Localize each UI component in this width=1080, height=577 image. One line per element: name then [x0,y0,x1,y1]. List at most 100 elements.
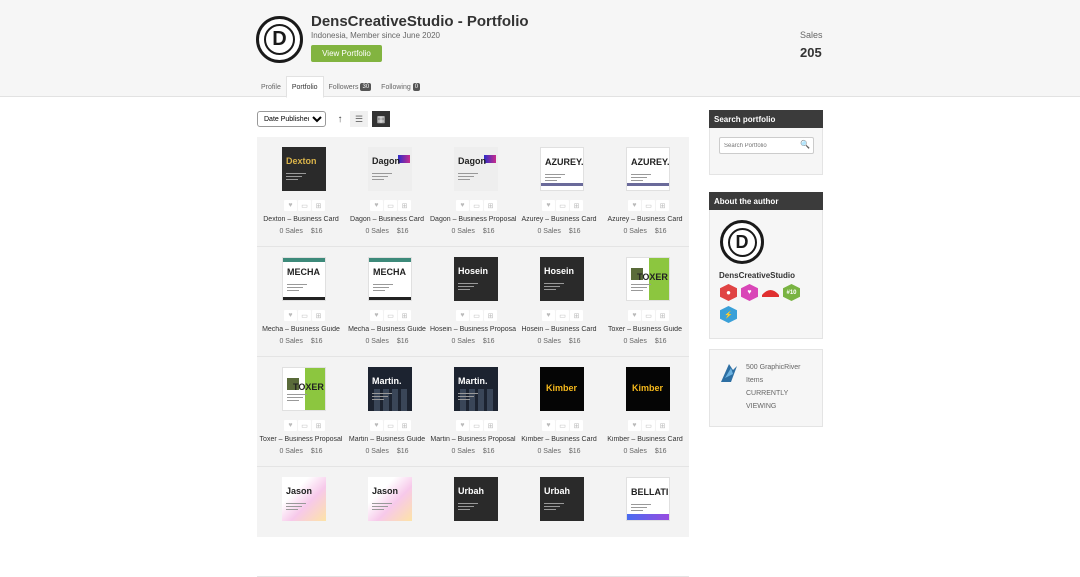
favorite-icon[interactable]: ♥ [370,200,383,211]
favorite-icon[interactable]: ♥ [284,200,297,211]
cart-icon[interactable]: ⊞ [312,420,325,431]
item-name[interactable]: Toxer – Business Guide [602,326,688,333]
cart-icon[interactable]: ⊞ [484,200,497,211]
portfolio-item[interactable]: Martin. ♥ ▭ ⊞ Martin – Business Guide 0 Sales… [344,357,430,467]
favorite-icon[interactable]: ♥ [370,310,383,321]
favorite-icon[interactable]: ♥ [628,420,641,431]
item-thumbnail[interactable]: Kimber [540,367,584,411]
cart-icon[interactable]: ⊞ [484,420,497,431]
item-thumbnail[interactable]: Urbah [454,477,498,521]
favorite-icon[interactable]: ♥ [628,310,641,321]
studio-logo[interactable]: D [256,16,303,63]
item-name[interactable]: Dagon – Business Proposal [430,216,516,223]
search-icon[interactable]: 🔍 [800,140,810,149]
portfolio-item[interactable]: TOXER ♥ ▭ ⊞ Toxer – Business Guide 0 Sales $16 [602,247,688,357]
favorite-icon[interactable]: ♥ [542,200,555,211]
tab-portfolio[interactable]: Portfolio [285,76,324,98]
cart-icon[interactable]: ⊞ [398,420,411,431]
collection-icon[interactable]: ▭ [556,200,569,211]
portfolio-item[interactable]: MECHA ♥ ▭ ⊞ Mecha – Business Guide 0 Sales $16 [258,247,344,357]
favorite-icon[interactable]: ♥ [542,420,555,431]
portfolio-item[interactable]: Urbah [430,467,516,577]
item-thumbnail[interactable]: BELLATI [626,477,670,521]
heart-badge-icon[interactable]: ♥ [741,284,758,301]
favorite-icon[interactable]: ♥ [628,200,641,211]
item-thumbnail[interactable]: Martin. [368,367,412,411]
item-name[interactable]: Dagon – Business Card [344,216,430,223]
item-name[interactable]: Toxer – Business Proposal [258,436,344,443]
item-name[interactable]: Kimber – Business Card [516,436,602,443]
collection-icon[interactable]: ▭ [556,420,569,431]
item-thumbnail[interactable]: Dagon [368,147,412,191]
cart-icon[interactable]: ⊞ [312,310,325,321]
cart-icon[interactable]: ⊞ [570,310,583,321]
collection-icon[interactable]: ▭ [642,420,655,431]
item-thumbnail[interactable]: Jason [282,477,326,521]
collection-icon[interactable]: ▭ [470,310,483,321]
item-name[interactable]: Hosein – Business Proposal [430,326,516,333]
item-thumbnail[interactable]: AZUREY. [626,147,670,191]
portfolio-item[interactable]: Hosein ♥ ▭ ⊞ Hosein – Business Card 0 Sales $1… [516,247,602,357]
favorite-icon[interactable]: ♥ [456,310,469,321]
cart-icon[interactable]: ⊞ [484,310,497,321]
item-thumbnail[interactable]: Dexton [282,147,326,191]
item-name[interactable]: Hosein – Business Card [516,326,602,333]
cap-badge-icon[interactable] [762,284,779,301]
item-thumbnail[interactable]: Hosein [454,257,498,301]
item-thumbnail[interactable]: MECHA [368,257,412,301]
portfolio-item[interactable]: Kimber ♥ ▭ ⊞ Kimber – Business Card 0 Sales $1… [516,357,602,467]
bolt-badge-icon[interactable]: ⚡ [720,306,737,323]
item-name[interactable]: Mecha – Business Guide [344,326,430,333]
favorite-icon[interactable]: ♥ [542,310,555,321]
author-name[interactable]: DensCreativeStudio [719,271,795,280]
sort-direction-icon[interactable]: ↑ [334,112,346,126]
item-name[interactable]: Martin – Business Guide [344,436,430,443]
item-name[interactable]: Dexton – Business Card [258,216,344,223]
portfolio-item[interactable]: Martin. ♥ ▭ ⊞ Martin – Business Proposal 0 Sa… [430,357,516,467]
item-thumbnail[interactable]: AZUREY. [540,147,584,191]
item-name[interactable]: Azurey – Business Card [602,216,688,223]
favorite-icon[interactable]: ♥ [284,310,297,321]
item-thumbnail[interactable]: Hosein [540,257,584,301]
collection-icon[interactable]: ▭ [298,200,311,211]
sort-select[interactable]: Date Published [257,111,326,127]
view-portfolio-button[interactable]: View Portfolio [311,45,382,62]
collection-icon[interactable]: ▭ [556,310,569,321]
cart-icon[interactable]: ⊞ [312,200,325,211]
favorite-icon[interactable]: ♥ [284,420,297,431]
portfolio-item[interactable]: Jason [258,467,344,577]
tab-following[interactable]: Following 0 [376,77,425,97]
portfolio-item[interactable]: AZUREY. ♥ ▭ ⊞ Azurey – Business Card 0 Sales $… [602,137,688,247]
item-name[interactable]: Kimber – Business Card [602,436,688,443]
tab-followers[interactable]: Followers 30 [324,77,377,97]
item-thumbnail[interactable]: TOXER [626,257,670,301]
item-thumbnail[interactable]: Dagon [454,147,498,191]
cart-icon[interactable]: ⊞ [656,420,669,431]
cart-icon[interactable]: ⊞ [570,200,583,211]
favorite-icon[interactable]: ♥ [370,420,383,431]
author-avatar[interactable]: D [720,220,764,264]
cart-icon[interactable]: ⊞ [398,310,411,321]
portfolio-item[interactable]: Dagon ♥ ▭ ⊞ Dagon – Business Card 0 Sales $16 [344,137,430,247]
collection-icon[interactable]: ▭ [642,200,655,211]
cart-icon[interactable]: ⊞ [656,310,669,321]
portfolio-item[interactable]: Jason [344,467,430,577]
portfolio-item[interactable]: MECHA ♥ ▭ ⊞ Mecha – Business Guide 0 Sales $16 [344,247,430,357]
item-thumbnail[interactable]: Kimber [626,367,670,411]
portfolio-item[interactable]: Dexton ♥ ▭ ⊞ Dexton – Business Card 0 Sales $1… [258,137,344,247]
list-view-icon[interactable]: ☰ [350,111,368,127]
portfolio-item[interactable]: AZUREY. ♥ ▭ ⊞ Azurey – Business Card 0 Sales $… [516,137,602,247]
item-thumbnail[interactable]: Martin. [454,367,498,411]
collection-icon[interactable]: ▭ [642,310,655,321]
portfolio-item[interactable]: Dagon ♥ ▭ ⊞ Dagon – Business Proposal 0 Sales… [430,137,516,247]
level-badge-icon[interactable]: #10 [783,284,800,301]
cart-icon[interactable]: ⊞ [656,200,669,211]
collection-icon[interactable]: ▭ [384,200,397,211]
collection-icon[interactable]: ▭ [298,310,311,321]
collection-icon[interactable]: ▭ [384,310,397,321]
favorite-icon[interactable]: ♥ [456,420,469,431]
portfolio-item[interactable]: BELLATI [602,467,688,577]
collection-icon[interactable]: ▭ [384,420,397,431]
item-thumbnail[interactable]: Urbah [540,477,584,521]
collection-icon[interactable]: ▭ [470,420,483,431]
